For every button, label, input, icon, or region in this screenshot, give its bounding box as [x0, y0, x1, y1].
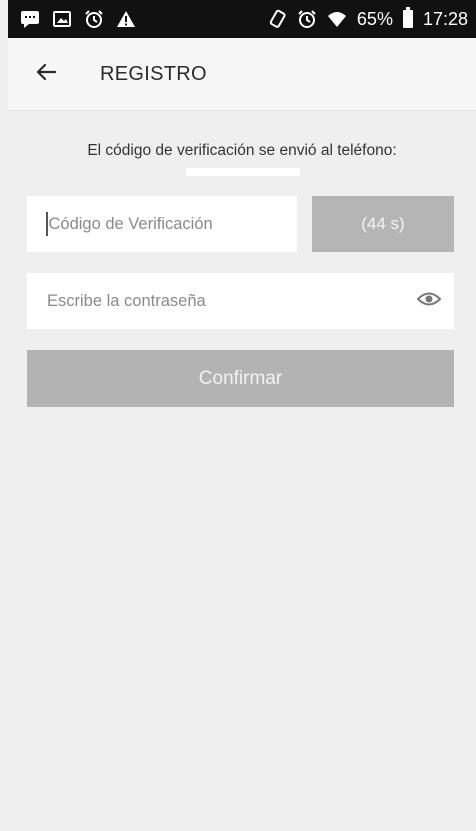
- status-bar: 65% 17:28: [8, 0, 476, 38]
- status-bar-notifications: [20, 0, 136, 38]
- chat-icon: [20, 9, 40, 29]
- image-icon: [52, 9, 72, 29]
- verification-info-text: El código de verificación se envió al te…: [87, 142, 397, 159]
- password-input[interactable]: Escribe la contraseña: [27, 273, 454, 329]
- show-password-toggle[interactable]: [416, 289, 442, 313]
- status-bar-system: 65% 17:28: [267, 0, 468, 38]
- arrow-left-icon: [35, 61, 57, 88]
- rotate-icon: [267, 9, 287, 29]
- alarm-icon: [297, 9, 317, 29]
- alarm-icon: [84, 9, 104, 29]
- text-caret: [46, 212, 48, 236]
- redacted-phone-number: [186, 168, 300, 176]
- resend-code-timer-button[interactable]: (44 s): [312, 196, 454, 252]
- app-bar: REGISTRO: [8, 38, 476, 111]
- clock-time: 17:28: [422, 9, 468, 29]
- confirm-button[interactable]: Confirmar: [27, 350, 454, 407]
- registration-screen: 65% 17:28 REGISTRO El código de verifica…: [0, 0, 476, 831]
- battery-percent: 65%: [356, 9, 393, 29]
- password-placeholder: Escribe la contraseña: [47, 291, 206, 310]
- verification-code-input[interactable]: Código de Verificación: [27, 196, 297, 252]
- battery-icon: [402, 7, 413, 28]
- page-title: REGISTRO: [100, 63, 207, 85]
- verification-code-placeholder: Código de Verificación: [48, 214, 213, 233]
- back-button[interactable]: [28, 56, 64, 92]
- eye-icon: [416, 290, 442, 313]
- wifi-icon: [327, 9, 347, 29]
- warning-icon: [116, 9, 136, 29]
